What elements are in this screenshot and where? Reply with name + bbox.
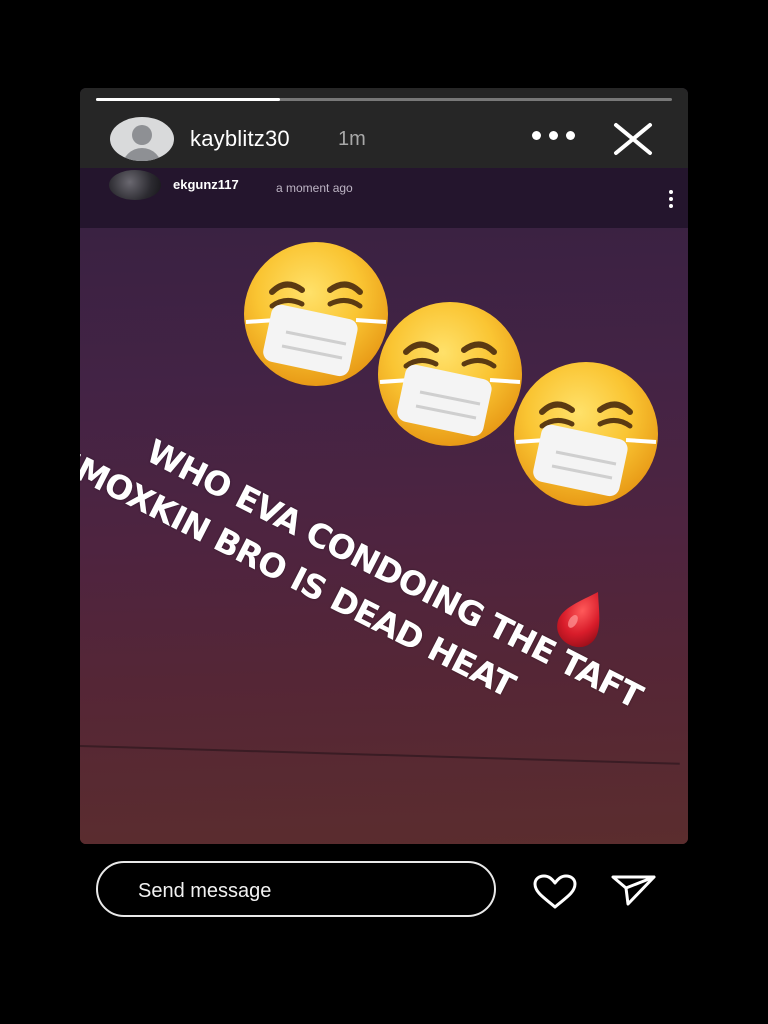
paper-plane-icon[interactable] [610,873,658,907]
face-with-medical-mask-icon [514,362,658,506]
heart-icon[interactable] [532,874,578,910]
face-with-medical-mask-icon [378,302,522,446]
send-message-placeholder: Send message [138,880,272,902]
story-viewer: kayblitz30 1m ekgunz117 a moment ago WHO… [0,0,768,1024]
send-message-input[interactable]: Send message [96,861,496,917]
face-with-medical-mask-icon [244,242,388,386]
story-card[interactable]: kayblitz30 1m ekgunz117 a moment ago WHO… [80,88,688,844]
